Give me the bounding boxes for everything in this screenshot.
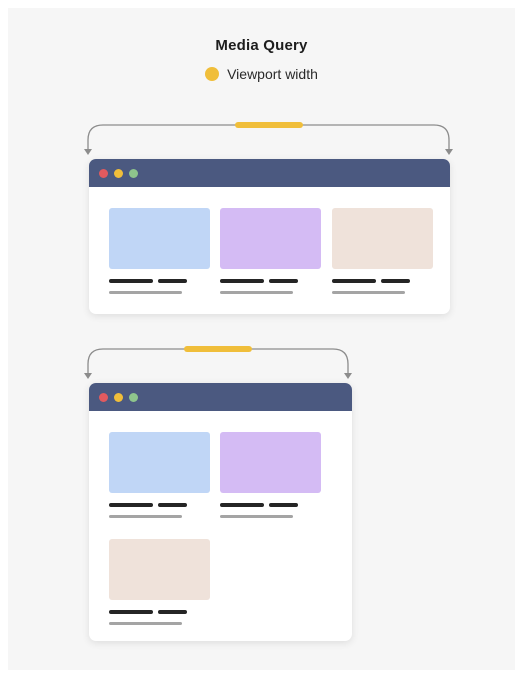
- card-beige: [332, 208, 433, 294]
- maximize-dot-icon: [129, 392, 138, 402]
- viewport-width-arrow-wide: [84, 122, 453, 155]
- text-line: [220, 279, 264, 283]
- subtext-line: [220, 291, 293, 294]
- card-text-lines: [109, 610, 210, 614]
- close-dot-icon: [99, 168, 108, 178]
- legend-label: Viewport width: [227, 66, 318, 82]
- viewport-width-arrow-narrow: [84, 346, 352, 379]
- media-query-diagram: Media Query Viewport width: [8, 8, 515, 670]
- text-line: [381, 279, 410, 283]
- arrow-down-left-icon: [84, 149, 92, 155]
- card-purple: [220, 432, 321, 518]
- text-line: [158, 503, 187, 507]
- card-image: [109, 539, 210, 600]
- minimize-dot-icon: [114, 392, 123, 402]
- legend: Viewport width: [8, 66, 515, 82]
- card-image: [332, 208, 433, 269]
- window-titlebar: [89, 159, 450, 187]
- card-text-lines: [109, 279, 210, 283]
- subtext-line: [109, 622, 182, 625]
- card-beige: [109, 539, 210, 625]
- close-dot-icon: [99, 392, 108, 402]
- text-line: [109, 279, 153, 283]
- card-text-lines: [332, 279, 433, 283]
- subtext-line: [109, 291, 182, 294]
- arrow-down-left-icon: [84, 373, 92, 379]
- text-line: [109, 610, 153, 614]
- card-text-lines: [220, 503, 321, 507]
- card-text-lines: [220, 279, 321, 283]
- card-text-lines: [109, 503, 210, 507]
- text-line: [269, 279, 298, 283]
- text-line: [158, 610, 187, 614]
- card-blue: [109, 208, 210, 294]
- diagram-title: Media Query: [215, 37, 308, 54]
- card-image: [109, 432, 210, 493]
- text-line: [269, 503, 298, 507]
- viewport-width-marker: [184, 346, 252, 352]
- card-image: [220, 208, 321, 269]
- maximize-dot-icon: [129, 168, 138, 178]
- subtext-line: [332, 291, 405, 294]
- card-purple: [220, 208, 321, 294]
- arrow-down-right-icon: [344, 373, 352, 379]
- text-line: [158, 279, 187, 283]
- arrow-down-right-icon: [445, 149, 453, 155]
- card-image: [220, 432, 321, 493]
- arrow-line: [87, 124, 450, 152]
- browser-window-wide: [89, 159, 450, 314]
- viewport-width-marker: [235, 122, 303, 128]
- minimize-dot-icon: [114, 168, 123, 178]
- arrow-line: [87, 348, 349, 376]
- text-line: [109, 503, 153, 507]
- window-titlebar: [89, 383, 352, 411]
- subtext-line: [109, 515, 182, 518]
- text-line: [332, 279, 376, 283]
- text-line: [220, 503, 264, 507]
- card-image: [109, 208, 210, 269]
- card-blue: [109, 432, 210, 518]
- legend-marker-icon: [205, 67, 220, 81]
- browser-window-narrow: [89, 383, 352, 641]
- subtext-line: [220, 515, 293, 518]
